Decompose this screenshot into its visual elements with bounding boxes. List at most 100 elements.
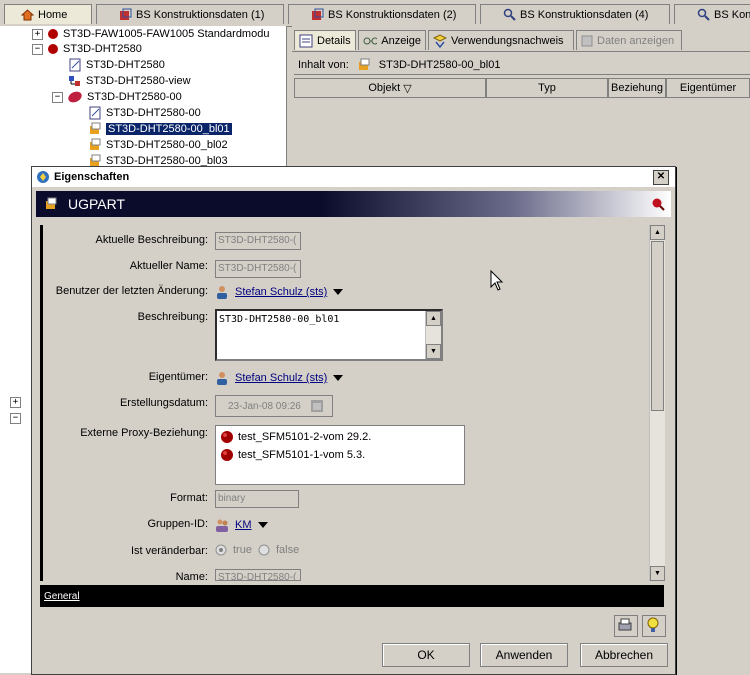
erstellungsdatum-field[interactable]: 23-Jan-08 09:26	[215, 395, 333, 417]
ok-button[interactable]: OK	[382, 643, 470, 667]
format-field[interactable]: binary	[215, 490, 299, 508]
column-label: Objekt	[368, 82, 401, 94]
form-scrollbar[interactable]: ▲ ▼	[649, 225, 665, 581]
expand-icon[interactable]: +	[32, 28, 43, 40]
ugpart-icon	[358, 58, 370, 70]
lightbulb-icon	[647, 617, 659, 632]
pin-icon[interactable]	[651, 197, 665, 211]
column-header-typ[interactable]: Typ	[486, 78, 608, 98]
close-button[interactable]: ✕	[653, 170, 669, 185]
object-type-label: UGPART	[68, 196, 126, 212]
radio-label: true	[233, 544, 252, 556]
tab-label: Daten anzeigen	[597, 34, 675, 47]
tree-item[interactable]: ST3D-DHT2580	[68, 57, 165, 73]
tree-item-selected[interactable]: ST3D-DHT2580-00_bl01	[88, 121, 232, 137]
field-label: Eigentümer:	[148, 371, 208, 383]
column-header-objekt[interactable]: Objekt ▽	[294, 78, 486, 98]
red-ball-icon	[48, 29, 58, 39]
cancel-button[interactable]: Abbrechen	[580, 643, 668, 667]
calendar-icon[interactable]	[310, 400, 323, 412]
top-tab-bar: Home BS Konstruktionsdaten (1) BS Konstr…	[0, 0, 750, 27]
tab-label: BS Konstruktionsdaten (1)	[136, 8, 265, 21]
textarea-scrollbar[interactable]: ▲ ▼	[425, 311, 441, 359]
scroll-up-icon[interactable]: ▲	[426, 311, 441, 326]
red-ball-icon	[48, 44, 58, 54]
tree-item[interactable]: − ST3D-DHT2580-00	[52, 89, 182, 105]
tree-item[interactable]: − ST3D-DHT2580	[32, 41, 142, 57]
list-item[interactable]: test_SFM5101-2-vom 29.2.	[220, 430, 371, 444]
help-button[interactable]	[642, 615, 666, 637]
beschreibung-textarea[interactable]: ST3D-DHT2580-00_bl01 ▲ ▼	[215, 309, 443, 361]
tab-home[interactable]: Home	[4, 4, 92, 24]
tab-bs-more[interactable]: BS Kon	[674, 4, 750, 24]
radio-false[interactable]	[258, 544, 270, 556]
scroll-thumb[interactable]	[651, 241, 664, 411]
eigentuemer-field[interactable]: Stefan Schulz (sts)	[215, 371, 344, 385]
date-value: 23-Jan-08 09:26	[228, 400, 301, 412]
tab-bs-2[interactable]: BS Konstruktionsdaten (2)	[288, 4, 476, 24]
chevron-down-icon[interactable]	[333, 375, 344, 381]
ugpart-icon	[90, 122, 101, 134]
properties-form: Aktuelle Beschreibung: ST3D-DHT2580-( Ak…	[40, 225, 665, 583]
tab-bs-4[interactable]: BS Konstruktionsdaten (4)	[480, 4, 670, 24]
aktuelle-beschreibung-field[interactable]: ST3D-DHT2580-(	[215, 232, 301, 250]
field-label: Erstellungsdatum:	[119, 397, 208, 409]
beschreibung-text: ST3D-DHT2580-00_bl01	[219, 314, 340, 325]
tab-details[interactable]: Details	[294, 30, 356, 50]
list-item[interactable]: test_SFM5101-1-vom 5.3.	[220, 448, 365, 462]
tree-item[interactable]: ST3D-DHT2580-00	[88, 105, 201, 121]
expand-icon[interactable]: +	[10, 396, 21, 408]
chevron-down-icon[interactable]	[257, 522, 268, 528]
user-icon	[217, 372, 227, 385]
radio-true[interactable]	[215, 544, 227, 556]
collapse-icon[interactable]: −	[32, 43, 43, 55]
collapse-icon[interactable]: −	[52, 91, 63, 103]
apply-button[interactable]: Anwenden	[480, 643, 568, 667]
scroll-down-icon[interactable]: ▼	[650, 566, 665, 581]
aktueller-name-field[interactable]: ST3D-DHT2580-(	[215, 260, 301, 278]
tree-item-label: ST3D-FAW1005-FAW1005 Standardmodu	[63, 28, 270, 40]
column-label: Eigentümer	[679, 82, 737, 94]
name-field[interactable]: ST3D-DHT2580-(	[215, 569, 301, 581]
scroll-down-icon[interactable]: ▼	[426, 344, 441, 359]
search-icon	[697, 8, 710, 21]
radio-label: false	[275, 544, 300, 556]
tab-anzeige[interactable]: Anzeige	[358, 30, 426, 50]
list-item-label: test_SFM5101-2-vom 29.2.	[238, 431, 372, 443]
inhalt-row: Inhalt von: ST3D-DHT2580-00_bl01	[298, 58, 500, 72]
field-label: Aktuelle Beschreibung:	[95, 234, 208, 246]
gruppen-id-field[interactable]: KM	[215, 518, 268, 532]
tree-item[interactable]: + ST3D-FAW1005-FAW1005 Standardmodu	[32, 26, 269, 42]
benutzer-link[interactable]: Stefan Schulz (sts)	[235, 286, 327, 298]
chevron-down-icon[interactable]	[333, 289, 344, 295]
mouse-cursor-icon	[490, 270, 504, 291]
tab-label: Verwendungsnachweis	[451, 34, 564, 47]
field-label: Beschreibung:	[137, 311, 208, 323]
tree-item[interactable]: ST3D-DHT2580-view	[68, 73, 191, 89]
benutzer-field[interactable]: Stefan Schulz (sts)	[215, 285, 344, 299]
tree-item[interactable]: ST3D-DHT2580-00_bl02	[88, 137, 228, 153]
group-icon	[216, 519, 228, 532]
dialog-titlebar[interactable]: Eigenschaften ✕	[32, 167, 675, 187]
print-button[interactable]	[614, 615, 638, 637]
field-label: Externe Proxy-Beziehung:	[80, 427, 208, 439]
tree-expander[interactable]: −	[10, 410, 21, 426]
gruppen-id-link[interactable]: KM	[235, 519, 252, 531]
eigentuemer-link[interactable]: Stefan Schulz (sts)	[235, 372, 327, 384]
column-header-beziehung[interactable]: Beziehung	[608, 78, 666, 98]
field-label: Benutzer der letzten Änderung:	[55, 285, 208, 297]
tab-general[interactable]: General	[44, 591, 80, 602]
search-icon	[503, 8, 516, 21]
view-icon	[69, 76, 80, 86]
column-header-eigentuemer[interactable]: Eigentümer	[666, 78, 750, 98]
proxy-list[interactable]: test_SFM5101-2-vom 29.2. test_SFM5101-1-…	[215, 425, 465, 485]
data-icon	[581, 35, 593, 46]
tree-expander[interactable]: +	[10, 394, 21, 410]
printer-icon	[618, 618, 632, 631]
scroll-up-icon[interactable]: ▲	[650, 225, 665, 240]
tab-bs-1[interactable]: BS Konstruktionsdaten (1)	[96, 4, 284, 24]
tab-verwendungsnachweis[interactable]: Verwendungsnachweis	[428, 30, 574, 50]
collapse-icon[interactable]: −	[10, 412, 21, 424]
column-label: Typ	[538, 82, 556, 94]
tab-daten-anzeigen[interactable]: Daten anzeigen	[576, 30, 682, 50]
